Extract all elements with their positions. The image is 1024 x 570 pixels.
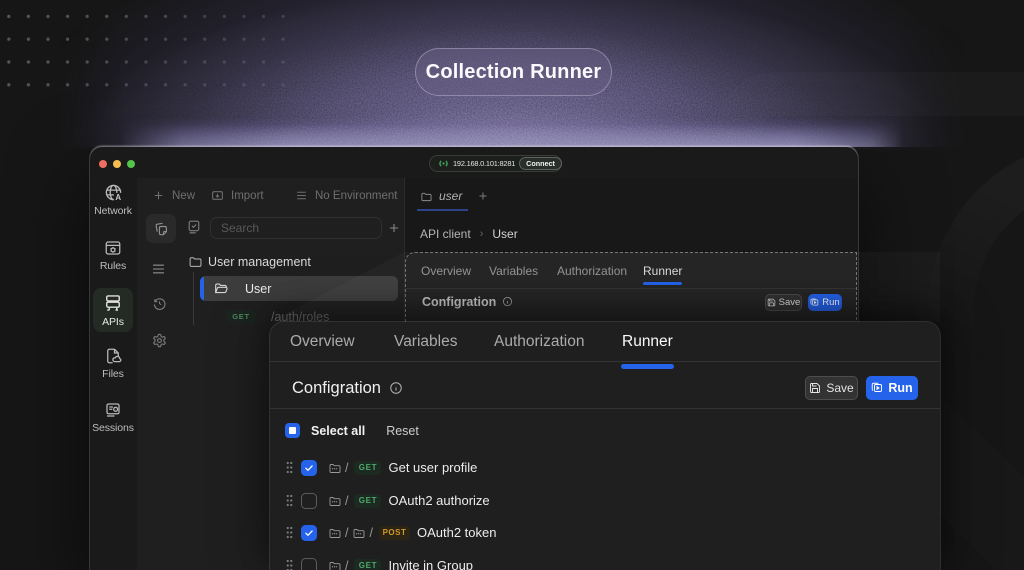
- svg-text:A: A: [115, 193, 121, 202]
